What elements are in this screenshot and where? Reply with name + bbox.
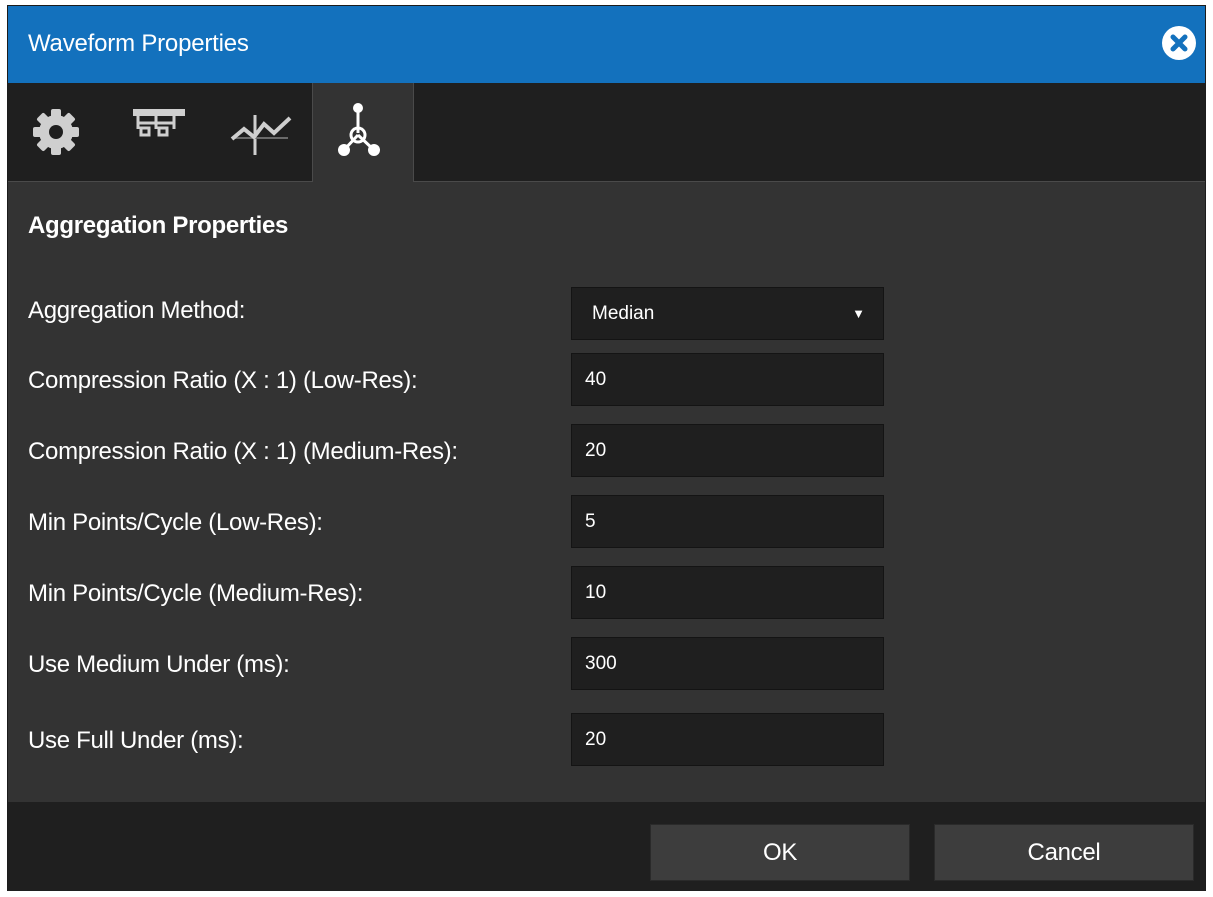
aggregation-method-value: Median (592, 303, 655, 324)
compression-low-input[interactable] (571, 353, 884, 406)
tab-general[interactable] (8, 83, 108, 181)
aggregation-method-select[interactable]: Median ▼ (571, 287, 884, 340)
hierarchy-icon (133, 109, 185, 137)
min-points-low-label: Min Points/Cycle (Low-Res): (28, 509, 323, 536)
compression-medium-input[interactable] (571, 424, 884, 477)
tab-aggregation[interactable] (312, 83, 414, 182)
use-medium-under-input[interactable] (571, 637, 884, 690)
tab-bar (8, 83, 1205, 182)
ok-button[interactable]: OK (650, 824, 910, 881)
waveform-icon (230, 115, 292, 155)
dialog-title: Waveform Properties (28, 30, 249, 57)
compression-medium-label: Compression Ratio (X : 1) (Medium-Res): (28, 438, 458, 465)
use-medium-under-label: Use Medium Under (ms): (28, 651, 290, 678)
use-full-under-label: Use Full Under (ms): (28, 727, 244, 754)
min-points-medium-input[interactable] (571, 566, 884, 619)
close-circle-icon (1170, 34, 1188, 52)
min-points-medium-label: Min Points/Cycle (Medium-Res): (28, 580, 364, 607)
dialog-titlebar: Waveform Properties (8, 6, 1205, 83)
dropdown-arrow-icon: ▼ (852, 306, 865, 321)
use-full-under-input[interactable] (571, 713, 884, 766)
cancel-button[interactable]: Cancel (934, 824, 1194, 881)
gear-icon (33, 109, 79, 155)
tab-hierarchy[interactable] (108, 83, 208, 181)
tab-waveform[interactable] (208, 83, 311, 181)
aggregation-icon (338, 103, 380, 156)
compression-low-label: Compression Ratio (X : 1) (Low-Res): (28, 367, 418, 394)
section-title: Aggregation Properties (28, 212, 289, 239)
min-points-low-input[interactable] (571, 495, 884, 548)
close-button[interactable] (1162, 26, 1196, 60)
aggregation-method-label: Aggregation Method: (28, 297, 246, 324)
waveform-properties-dialog: Waveform Properties Aggregation Properti… (7, 5, 1206, 891)
